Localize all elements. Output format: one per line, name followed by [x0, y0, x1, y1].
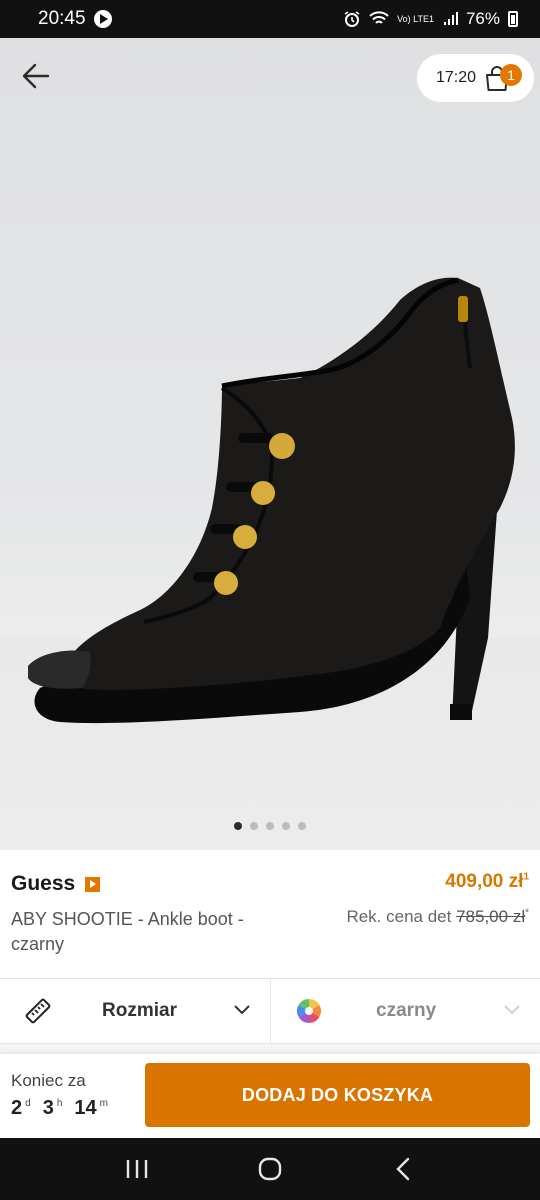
gallery-pagination — [0, 822, 540, 830]
ruler-icon — [25, 998, 51, 1024]
battery-icon — [508, 11, 518, 27]
brand-name: Guess — [11, 872, 76, 895]
product-image-ankle-boot — [28, 277, 515, 724]
color-label: czarny — [376, 1000, 437, 1021]
gallery-dot[interactable] — [282, 822, 290, 830]
gallery-dot[interactable] — [234, 822, 242, 830]
cart-button[interactable]: 17:20 1 — [417, 54, 534, 102]
countdown-days: 2d — [11, 1097, 31, 1119]
size-selector[interactable]: Rozmiar — [0, 979, 270, 1043]
price-footnote: 1 — [523, 871, 529, 883]
countdown-minutes: 14 m — [74, 1097, 108, 1119]
countdown-label: Koniec za — [11, 1071, 86, 1090]
back-button[interactable] — [18, 58, 54, 94]
countdown-timer: 2d 3h 14 m — [11, 1097, 108, 1120]
reservation-timer: 17:20 — [436, 69, 477, 86]
add-to-cart-button[interactable]: DODAJ DO KOSZYKA — [145, 1063, 530, 1127]
countdown-hours: 3h — [42, 1097, 63, 1119]
gallery-dot[interactable] — [250, 822, 258, 830]
system-nav-bar — [0, 1138, 540, 1200]
home-icon — [258, 1157, 282, 1181]
network-label: Vo) LTE1 — [397, 13, 434, 24]
chevron-left-icon — [396, 1157, 410, 1181]
price-value: 409,00 zł — [445, 871, 524, 892]
product-screen: 20:45 Vo) LTE1 76% 17:20 1 Guess ABY SHO… — [0, 0, 540, 1200]
product-price: 409,00 zł1 — [445, 871, 529, 893]
variant-selectors: Rozmiar czarny — [0, 978, 540, 1044]
purchase-bar: Koniec za 2d 3h 14 m DODAJ DO KOSZYKA — [0, 1054, 540, 1138]
rrp-value: 785,00 zł — [456, 907, 526, 926]
arrow-left-icon — [22, 63, 50, 89]
color-selector[interactable]: czarny — [270, 979, 540, 1043]
gallery-dot[interactable] — [266, 822, 274, 830]
status-bar: 20:45 Vo) LTE1 76% — [0, 0, 540, 38]
product-name: ABY SHOOTIE - Ankle boot - czarny — [11, 909, 244, 954]
battery-percent: 76% — [465, 9, 500, 28]
gallery-dot[interactable] — [298, 822, 306, 830]
status-icons: Vo) LTE1 76% — [343, 9, 518, 29]
brand-arrow-icon — [85, 876, 101, 892]
system-back-button[interactable] — [385, 1151, 421, 1187]
recommended-price: Rek. cena det 785,00 zł* — [346, 907, 529, 927]
chevron-down-icon — [234, 1005, 250, 1015]
recent-apps-button[interactable] — [119, 1151, 155, 1187]
brand-link[interactable]: Guess — [11, 872, 101, 896]
signal-icon — [443, 12, 458, 25]
chevron-down-icon — [504, 1005, 520, 1015]
media-playing-icon — [93, 10, 112, 28]
product-info: Guess ABY SHOOTIE - Ankle boot - czarny … — [0, 850, 540, 978]
home-button[interactable] — [252, 1151, 288, 1187]
alarm-icon — [344, 11, 360, 27]
color-wheel-icon — [296, 999, 322, 1023]
status-time: 20:45 — [38, 8, 86, 29]
section-divider — [0, 1044, 540, 1054]
cart-count-badge: 1 — [500, 64, 522, 86]
size-label: Rozmiar — [102, 1000, 177, 1021]
product-image-gallery[interactable]: 17:20 1 — [0, 38, 540, 850]
recent-apps-icon — [126, 1160, 147, 1178]
wifi-icon — [369, 11, 389, 24]
rrp-footnote: * — [525, 907, 529, 919]
rrp-label: Rek. cena det — [346, 907, 452, 926]
